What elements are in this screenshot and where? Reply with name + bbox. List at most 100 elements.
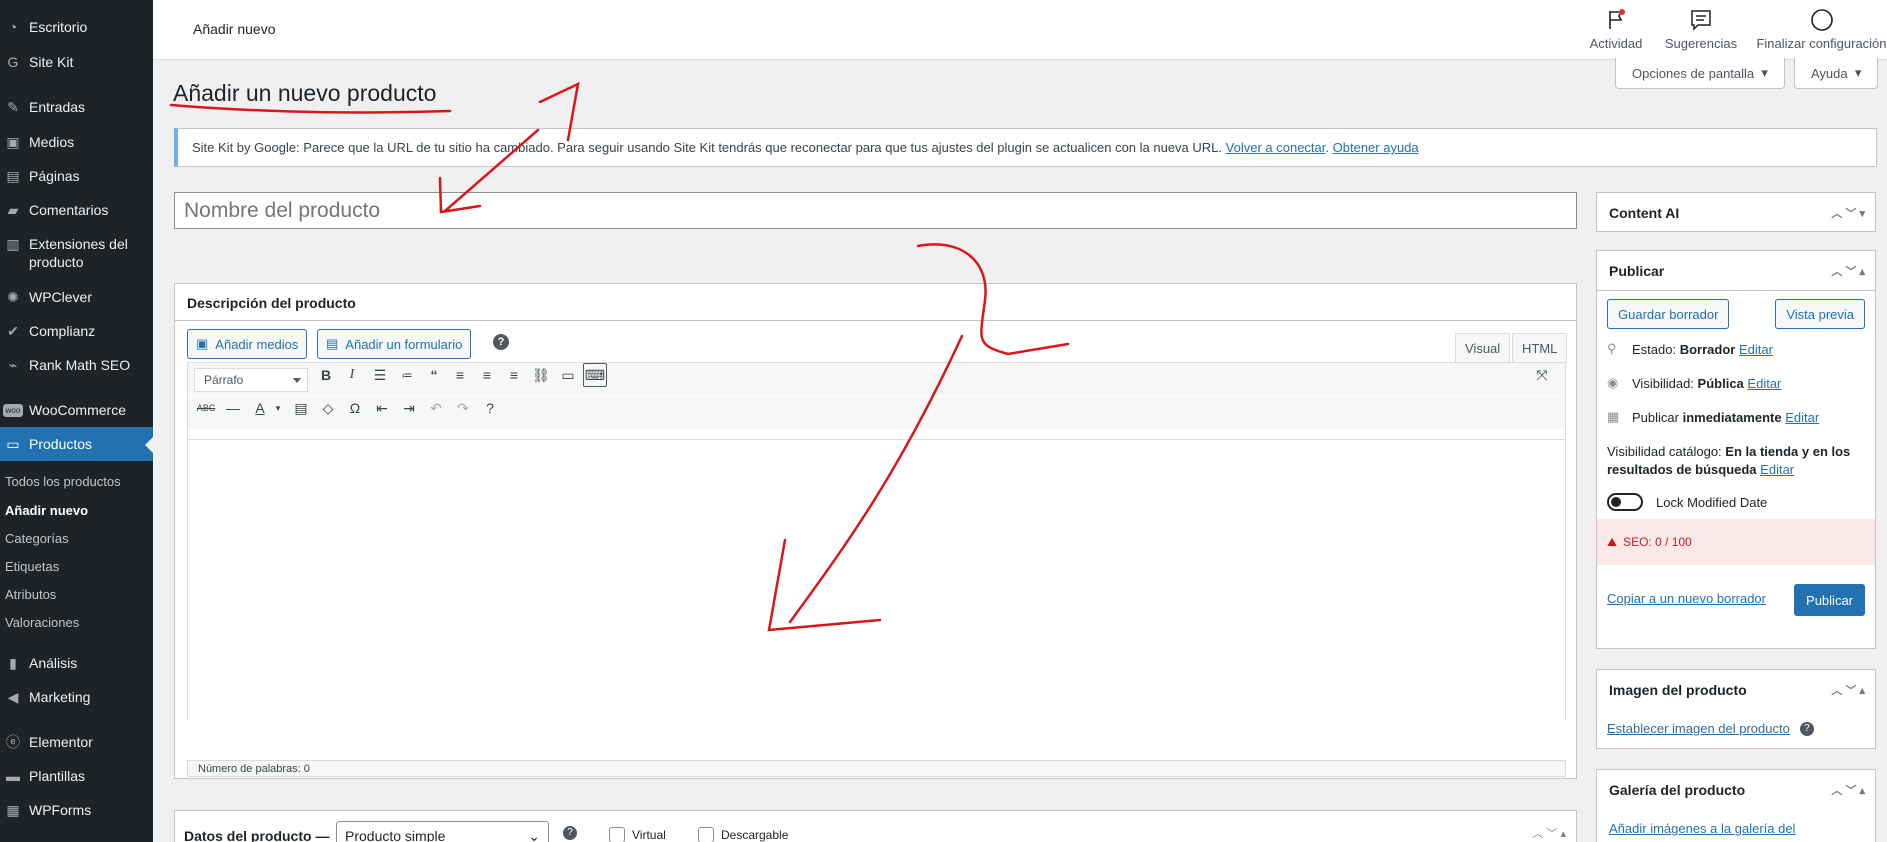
clear-format-icon[interactable]: ◇ xyxy=(316,396,340,420)
sidebar-item-escritorio[interactable]: ◔ Escritorio xyxy=(0,18,153,36)
sidebar-item-comentarios[interactable]: ▰ Comentarios xyxy=(0,201,153,219)
comment-icon: ▰ xyxy=(7,201,19,218)
page-title: Añadir un nuevo producto xyxy=(173,80,437,106)
sidebar-item-wpforms[interactable]: ▦ WPForms xyxy=(0,801,153,819)
italic-icon[interactable]: I xyxy=(340,363,364,387)
submenu-categorias[interactable]: Categorías xyxy=(5,531,69,546)
extension-icon: ▥ xyxy=(6,235,20,252)
toolbar-row-2: ABC — A ▾ ▤ ◇ Ω ⇤ ⇥ ↶ ↷ ? xyxy=(188,396,1565,429)
rank-math-icon: ⛰ xyxy=(1607,534,1618,549)
bullet-list-icon[interactable]: ☰ xyxy=(368,363,392,387)
special-char-icon[interactable]: Ω xyxy=(343,396,367,420)
bar-chart-icon: ▮ xyxy=(9,654,17,671)
edit-schedule-link[interactable]: Editar xyxy=(1785,410,1819,425)
toolbar-toggle-icon[interactable]: ⌨ xyxy=(583,363,607,387)
chevron-down-icon[interactable]: ▾ xyxy=(266,396,290,420)
add-media-button[interactable]: ▣ Añadir medios xyxy=(187,329,308,359)
sidebar-item-medios[interactable]: ▣ Medios xyxy=(0,133,153,151)
editor-content-area[interactable] xyxy=(188,439,1565,739)
downloadable-checkbox[interactable]: Descargable xyxy=(698,827,788,842)
virtual-checkbox[interactable]: Virtual xyxy=(609,827,666,842)
pin-icon: ✎ xyxy=(7,98,19,115)
product-type-select[interactable]: Producto simple ⌄ xyxy=(336,821,549,842)
screen-options-button[interactable]: Opciones de pantalla ▾ xyxy=(1615,58,1785,89)
sidebar-item-rankmath[interactable]: ⌁ Rank Math SEO xyxy=(0,356,153,374)
elementor-icon: ⓔ xyxy=(6,734,20,750)
publish-box: Publicar ︿ ﹀ ▴ Guardar borrador Vista pre… xyxy=(1596,250,1876,649)
redo-icon[interactable]: ↷ xyxy=(451,396,475,420)
quote-icon[interactable]: “ xyxy=(422,363,446,387)
horizontal-line-icon[interactable]: — xyxy=(221,396,245,420)
edit-status-link[interactable]: Editar xyxy=(1739,342,1773,357)
seo-score[interactable]: ⛰ SEO: 0 / 100 xyxy=(1597,519,1875,565)
product-data-title: Datos del producto — xyxy=(184,828,330,842)
strikethrough-icon[interactable]: ABC xyxy=(194,396,218,420)
sidebar-item-marketing[interactable]: ◀ Marketing xyxy=(0,688,153,706)
sidebar-item-wpclever[interactable]: ✺ WPClever xyxy=(0,288,153,306)
indent-icon[interactable]: ⇥ xyxy=(397,396,421,420)
reconnect-link[interactable]: Volver a conectar xyxy=(1226,140,1326,155)
undo-icon[interactable]: ↶ xyxy=(424,396,448,420)
sidebar-item-elementor[interactable]: ⓔ Elementor xyxy=(0,733,153,751)
sidebar-item-plantillas[interactable]: ▬ Plantillas xyxy=(0,767,153,785)
fullscreen-icon[interactable]: ⤧ xyxy=(1530,363,1554,387)
sidebar-item-complianz[interactable]: ✔ Complianz xyxy=(0,322,153,340)
sidebar-item-sitekit[interactable]: G Site Kit xyxy=(0,53,153,71)
product-gallery-box: Galería del producto ︿ ﹀ ▴ Añadir imágene… xyxy=(1596,769,1876,842)
format-select[interactable]: Párrafo xyxy=(194,368,308,392)
bold-icon[interactable]: B xyxy=(314,363,338,387)
tab-html[interactable]: HTML xyxy=(1512,333,1568,363)
box-arrows[interactable]: ︿ ﹀ ▴ xyxy=(1831,682,1865,698)
save-draft-button[interactable]: Guardar borrador xyxy=(1607,299,1730,329)
numbered-list-icon[interactable]: ≔ xyxy=(395,363,419,387)
read-more-icon[interactable]: ▭ xyxy=(556,363,580,387)
breadcrumb: Añadir nuevo xyxy=(193,21,276,37)
align-right-icon[interactable]: ≡ xyxy=(502,363,526,387)
edit-visibility-link[interactable]: Editar xyxy=(1747,376,1781,391)
get-help-link[interactable]: Obtener ayuda xyxy=(1333,140,1419,155)
add-form-button[interactable]: ▤ Añadir un formulario xyxy=(317,329,472,359)
sidebar-item-analisis[interactable]: ▮ Análisis xyxy=(0,654,153,672)
help-icon[interactable]: ? xyxy=(478,396,502,420)
box-arrows[interactable]: ︿ ﹀ ▴ xyxy=(1831,782,1865,798)
content-ai-box: Content AI ︿ ﹀ ▾ xyxy=(1596,192,1876,232)
publish-button[interactable]: Publicar xyxy=(1794,584,1865,616)
preview-button[interactable]: Vista previa xyxy=(1775,299,1865,329)
align-left-icon[interactable]: ≡ xyxy=(448,363,472,387)
edit-catalog-link[interactable]: Editar xyxy=(1760,462,1794,477)
link-icon[interactable]: ⛓ xyxy=(529,363,553,387)
box-arrows[interactable]: ︿ ﹀ ▾ xyxy=(1831,205,1865,221)
dashboard-icon: ◔ xyxy=(8,19,18,35)
submenu-atributos[interactable]: Atributos xyxy=(5,587,56,602)
word-count: Número de palabras: 0 xyxy=(187,760,1566,777)
sidebar-item-extensiones[interactable]: ▥ Extensiones del producto xyxy=(0,235,140,271)
activity-button[interactable]: Actividad xyxy=(1586,8,1646,51)
tab-visual[interactable]: Visual xyxy=(1455,333,1511,363)
finish-setup-button[interactable]: Finalizar configuración xyxy=(1756,8,1887,51)
submenu-valoraciones[interactable]: Valoraciones xyxy=(5,615,79,630)
sidebar-item-entradas[interactable]: ✎ Entradas xyxy=(0,98,153,116)
outdent-icon[interactable]: ⇤ xyxy=(370,396,394,420)
help-icon[interactable]: ? xyxy=(1799,721,1814,736)
align-center-icon[interactable]: ≡ xyxy=(475,363,499,387)
sidebar-item-productos[interactable]: ▭ Productos xyxy=(0,427,153,461)
lock-modified-toggle[interactable] xyxy=(1607,493,1643,511)
box-arrows[interactable]: ︿ ﹀ ▴ xyxy=(1831,263,1865,279)
box-arrows[interactable]: ︿ ﹀ ▴ xyxy=(1532,825,1566,841)
submenu-todos-productos[interactable]: Todos los productos xyxy=(5,474,121,489)
submenu-etiquetas[interactable]: Etiquetas xyxy=(5,559,59,574)
paste-text-icon[interactable]: ▤ xyxy=(289,396,313,420)
submenu-anadir-nuevo[interactable]: Añadir nuevo xyxy=(5,503,88,518)
suggestions-button[interactable]: Sugerencias xyxy=(1661,8,1741,51)
set-product-image-link[interactable]: Establecer imagen del producto xyxy=(1607,721,1790,736)
folder-icon: ▬ xyxy=(6,768,20,784)
product-name-input[interactable] xyxy=(174,192,1577,229)
help-button[interactable]: Ayuda ▾ xyxy=(1794,58,1879,89)
add-gallery-images-link[interactable]: Añadir imágenes a la galería del xyxy=(1609,821,1795,836)
sitekit-notice: Site Kit by Google: Parece que la URL de… xyxy=(174,128,1877,167)
sidebar-item-woocommerce[interactable]: woo WooCommerce xyxy=(0,401,153,419)
help-icon[interactable]: ? xyxy=(563,826,577,840)
sidebar-item-paginas[interactable]: ▤ Páginas xyxy=(0,167,153,185)
copy-draft-link[interactable]: Copiar a un nuevo borrador xyxy=(1607,591,1766,606)
help-icon[interactable]: ? xyxy=(493,334,509,350)
